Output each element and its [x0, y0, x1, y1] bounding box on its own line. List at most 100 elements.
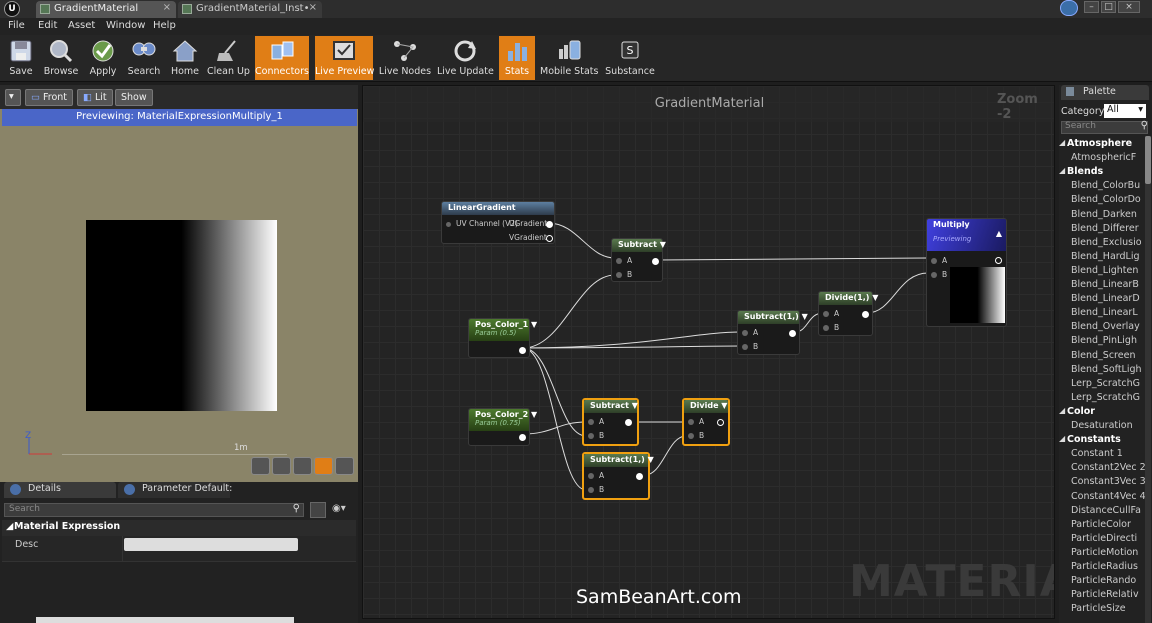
palette-item[interactable]: Constant3Vec 3: [1071, 476, 1145, 487]
node-subtract-2[interactable]: Subtract ▼ A B: [582, 398, 639, 446]
tab-details[interactable]: Details: [4, 482, 116, 498]
close-window-button[interactable]: ×: [1118, 1, 1140, 13]
show-button[interactable]: Show: [115, 89, 153, 106]
tab-gradient-material[interactable]: GradientMaterial ×: [36, 1, 176, 18]
palette-scrollbar[interactable]: [1145, 136, 1151, 623]
collapse-icon[interactable]: ◢: [1059, 138, 1065, 147]
live-update-button[interactable]: Live Update: [437, 36, 494, 80]
output-pin[interactable]: [717, 419, 724, 426]
palette-item[interactable]: Blend_ColorBu: [1071, 180, 1145, 191]
input-a-pin[interactable]: A: [588, 471, 604, 480]
home-button[interactable]: Home: [168, 36, 202, 80]
close-icon[interactable]: ×: [163, 2, 171, 13]
cube-preview-button[interactable]: [314, 457, 333, 475]
input-a-pin[interactable]: A: [823, 309, 839, 318]
minimize-button[interactable]: –: [1084, 1, 1099, 13]
connectors-button[interactable]: Connectors: [255, 36, 309, 80]
collapse-icon[interactable]: ◢: [1059, 434, 1065, 443]
palette-item[interactable]: Blend_ColorDo: [1071, 194, 1145, 205]
palette-item[interactable]: Blend_LinearB: [1071, 279, 1145, 290]
close-icon[interactable]: ×: [309, 2, 317, 13]
palette-item[interactable]: Lerp_ScratchG: [1071, 392, 1145, 403]
viewport-options-button[interactable]: ▾: [5, 89, 21, 106]
palette-item[interactable]: ParticleRadius: [1071, 561, 1145, 572]
palette-search-input[interactable]: Search ⚲: [1061, 120, 1148, 134]
palette-item[interactable]: ParticleMotion: [1071, 547, 1145, 558]
node-subtract-1[interactable]: Subtract(1,) ▼ A B: [737, 310, 808, 355]
substance-button[interactable]: S Substance: [604, 36, 656, 80]
ugradient-output-pin[interactable]: [546, 221, 553, 228]
palette-item[interactable]: Blend_LinearD: [1071, 293, 1145, 304]
palette-item[interactable]: Constant4Vec 4: [1071, 491, 1145, 502]
input-b-pin[interactable]: B: [588, 431, 604, 440]
input-b-pin[interactable]: B: [823, 323, 839, 332]
node-pos-color-2[interactable]: Pos_Color_2 ▼ Param (0.75): [468, 408, 537, 446]
palette-item[interactable]: ParticleRando: [1071, 575, 1145, 586]
scrollbar-thumb[interactable]: [1145, 136, 1151, 184]
browse-button[interactable]: Browse: [41, 36, 81, 80]
output-pin[interactable]: [789, 330, 796, 337]
collapse-icon[interactable]: ◢: [1059, 166, 1065, 175]
node-linear-gradient[interactable]: LinearGradient UV Channel (V2) UGradient…: [441, 201, 555, 244]
input-b-pin[interactable]: B: [931, 270, 947, 279]
output-pin[interactable]: [625, 419, 632, 426]
palette-item[interactable]: ParticleDirecti: [1071, 533, 1145, 544]
palette-item[interactable]: Blend_Lighten: [1071, 265, 1145, 276]
input-a-pin[interactable]: A: [588, 417, 604, 426]
palette-item[interactable]: Blend_SoftLigh: [1071, 364, 1145, 375]
view-options-icon[interactable]: [310, 502, 326, 518]
unreal-logo-icon[interactable]: U: [4, 1, 20, 17]
desc-field[interactable]: [124, 538, 298, 551]
tab-parameter-defaults[interactable]: Parameter Default:: [118, 482, 232, 498]
cylinder-preview-button[interactable]: [251, 457, 270, 475]
palette-item[interactable]: Blend_Screen: [1071, 350, 1145, 361]
palette-category[interactable]: Constants: [1067, 434, 1121, 445]
output-pin[interactable]: [862, 311, 869, 318]
sphere-preview-button[interactable]: [272, 457, 291, 475]
palette-item[interactable]: Blend_Exclusio: [1071, 237, 1145, 248]
clean-up-button[interactable]: Clean Up: [207, 36, 250, 80]
palette-item[interactable]: Lerp_ScratchG: [1071, 378, 1145, 389]
apply-button[interactable]: Apply: [86, 36, 120, 80]
input-b-pin[interactable]: B: [616, 270, 632, 279]
input-a-pin[interactable]: A: [688, 417, 704, 426]
preview-viewport[interactable]: ▾ ▭ Front ◧ Lit Show Previewing: Materia…: [0, 85, 358, 485]
palette-item[interactable]: ParticleColor: [1071, 519, 1145, 530]
menu-asset[interactable]: Asset: [68, 20, 95, 31]
palette-item[interactable]: Blend_Overlay: [1071, 321, 1145, 332]
node-divide[interactable]: Divide ▼ A B: [682, 398, 730, 446]
plane-preview-button[interactable]: [293, 457, 312, 475]
front-view-button[interactable]: ▭ Front: [25, 89, 74, 106]
node-divide-1[interactable]: Divide(1,) ▼ A B: [818, 291, 878, 336]
stats-button[interactable]: Stats: [499, 36, 535, 80]
output-pin[interactable]: [652, 258, 659, 265]
palette-category[interactable]: Atmosphere: [1067, 138, 1132, 149]
node-multiply[interactable]: Multiply ▲ Previewing A B: [926, 218, 1007, 327]
palette-item[interactable]: Blend_Differer: [1071, 223, 1145, 234]
palette-item[interactable]: Desaturation: [1071, 420, 1145, 431]
palette-item[interactable]: Constant2Vec 2: [1071, 462, 1145, 473]
input-a-pin[interactable]: A: [742, 328, 758, 337]
mobile-stats-button[interactable]: Mobile Stats: [540, 36, 598, 80]
palette-item[interactable]: Blend_PinLigh: [1071, 335, 1145, 346]
menu-window[interactable]: Window: [106, 20, 145, 31]
menu-help[interactable]: Help: [153, 20, 176, 31]
custom-mesh-preview-button[interactable]: [335, 457, 354, 475]
output-pin[interactable]: [519, 434, 526, 441]
source-control-icon[interactable]: [1060, 0, 1078, 16]
lit-button[interactable]: ◧ Lit: [77, 89, 113, 106]
input-a-pin[interactable]: A: [931, 256, 947, 265]
palette-item[interactable]: ParticleRelativ: [1071, 589, 1145, 600]
palette-item[interactable]: AtmosphericF: [1071, 152, 1145, 163]
tab-palette[interactable]: Palette: [1061, 85, 1149, 100]
collapse-icon[interactable]: ◢: [1059, 406, 1065, 415]
live-nodes-button[interactable]: Live Nodes: [378, 36, 432, 80]
material-graph[interactable]: GradientMaterial Zoom -2 MATERIAL SamBea…: [362, 85, 1055, 619]
palette-item[interactable]: Constant 1: [1071, 448, 1145, 459]
palette-category[interactable]: Blends: [1067, 166, 1103, 177]
eye-icon[interactable]: ◉▾: [332, 503, 346, 514]
menu-file[interactable]: File: [8, 20, 25, 31]
menu-edit[interactable]: Edit: [38, 20, 57, 31]
input-b-pin[interactable]: B: [688, 431, 704, 440]
details-search-input[interactable]: Search ⚲: [4, 503, 304, 517]
